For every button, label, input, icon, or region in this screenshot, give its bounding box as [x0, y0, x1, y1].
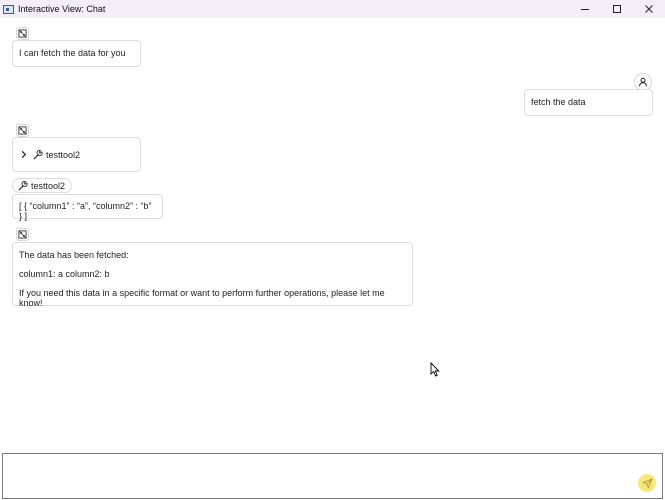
- bot-message-text: If you need this data in a specific form…: [19, 288, 385, 308]
- bot-message-bubble: I can fetch the data for you: [12, 40, 141, 67]
- window-title: Interactive View: Chat: [18, 4, 106, 14]
- bot-message-text: I can fetch the data for you: [19, 48, 126, 58]
- user-message-bubble: fetch the data: [524, 89, 653, 116]
- bot-message-text: The data has been fetched:: [19, 250, 129, 260]
- bot-message-text: column1: a column2: b: [19, 269, 110, 279]
- wrench-icon: [18, 180, 28, 190]
- app-window-icon: [3, 4, 14, 14]
- bot-avatar: [16, 124, 29, 137]
- tool-call-bubble[interactable]: testtool2: [12, 137, 141, 172]
- bot-icon: [18, 126, 27, 135]
- user-icon: [639, 77, 647, 87]
- bot-avatar: [16, 27, 29, 40]
- tool-result-label: testtool2: [12, 178, 73, 193]
- bot-avatar: [16, 228, 29, 241]
- chat-input[interactable]: [2, 453, 663, 499]
- minimize-icon: [581, 9, 589, 10]
- tool-result-bubble: [ { “column1” : “a”, “column2” : “b” } ]: [12, 194, 163, 221]
- maximize-button[interactable]: [601, 0, 633, 18]
- tool-result-name: testtool2: [31, 180, 66, 191]
- bot-message-bubble: The data has been fetched: column1: a co…: [12, 242, 413, 308]
- wrench-icon: [33, 149, 43, 159]
- user-message-text: fetch the data: [531, 97, 586, 107]
- close-button[interactable]: [633, 0, 665, 18]
- bot-icon: [18, 29, 27, 38]
- window-controls: [569, 0, 665, 18]
- maximize-icon: [613, 5, 621, 13]
- send-button[interactable]: [638, 474, 656, 492]
- close-icon: [645, 5, 653, 13]
- title-bar: Interactive View: Chat: [0, 0, 665, 18]
- minimize-button[interactable]: [569, 0, 601, 18]
- tool-result-value: [ { “column1” : “a”, “column2” : “b” } ]: [19, 201, 152, 221]
- mouse-cursor-icon: [430, 362, 440, 377]
- tool-call-name: testtool2: [46, 149, 81, 160]
- send-icon: [642, 478, 652, 488]
- bot-icon: [18, 230, 27, 239]
- chevron-right-icon[interactable]: [19, 150, 28, 159]
